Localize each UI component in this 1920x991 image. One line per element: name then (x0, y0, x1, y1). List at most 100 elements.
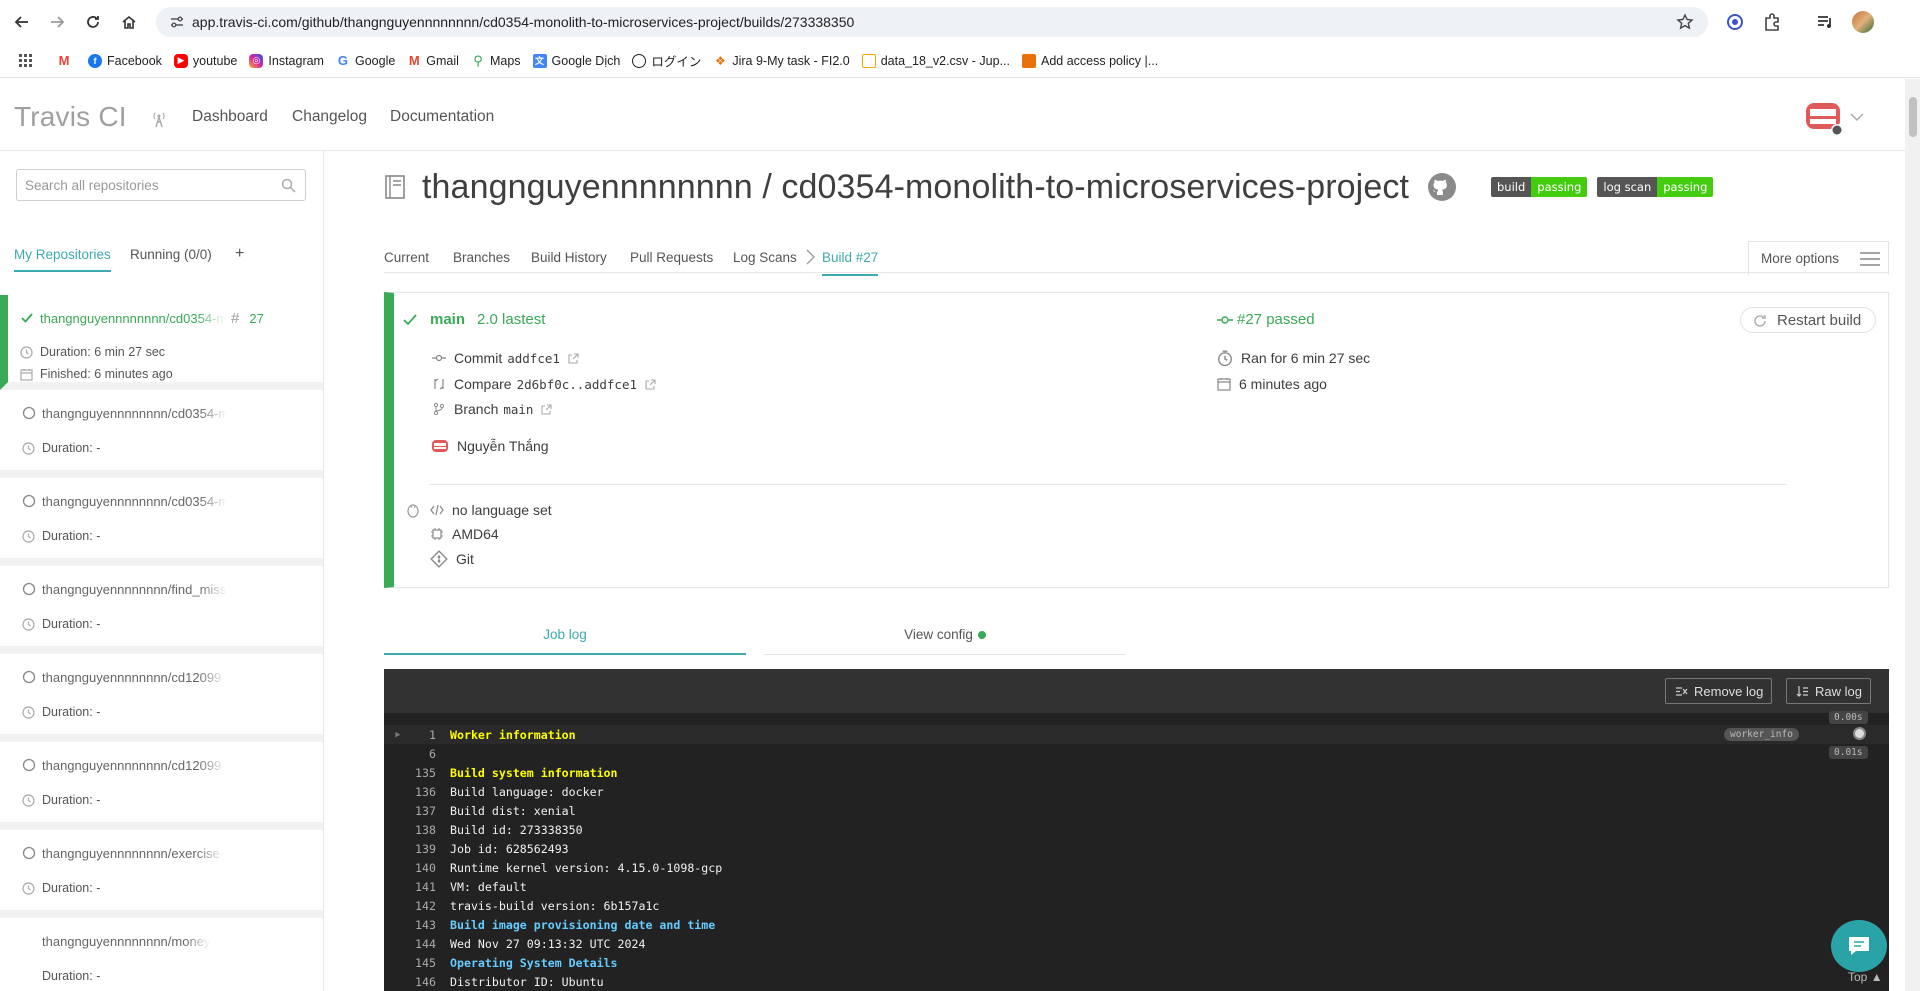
home-icon[interactable] (117, 10, 141, 34)
build-status-badge[interactable]: build passing (1491, 177, 1588, 197)
repo-name[interactable]: thangnguyennnnnnnn/money (42, 934, 210, 949)
repo-item[interactable]: thangnguyennnnnnnn/exercise- Duration: - (0, 830, 323, 918)
bookmark-youtube[interactable]: ▶ youtube (169, 49, 242, 73)
repo-item[interactable]: thangnguyennnnnnnn/cd12099- Duration: - (0, 654, 323, 742)
repo-name[interactable]: thangnguyennnnnnnn/cd12099- (42, 758, 226, 773)
branch-link[interactable]: main (503, 402, 533, 417)
expand-arrow-icon[interactable]: ▶ (386, 730, 410, 740)
build-branch[interactable]: main (430, 311, 465, 328)
site-info-icon[interactable] (170, 15, 184, 29)
scrollbar-thumb[interactable] (1909, 97, 1917, 137)
external-link-icon[interactable] (645, 378, 656, 390)
tab-job-log[interactable]: Job log (384, 615, 746, 655)
bookmark-jira[interactable]: ❖ Jira 9-My task - FI2.0 (708, 49, 854, 73)
build-state[interactable]: #27 passed (1237, 311, 1315, 328)
repo-item[interactable]: thangnguyennnnnnnn/cd12099- Duration: - (0, 742, 323, 830)
line-number[interactable]: 135 (410, 766, 436, 780)
address-bar[interactable]: app.travis-ci.com/github/thangnguyennnnn… (156, 7, 1708, 37)
repo-name[interactable]: thangnguyennnnnnnn/cd12099- (42, 670, 226, 685)
tab-my-repositories[interactable]: My Repositories (14, 247, 111, 272)
repo-item[interactable]: thangnguyennnnnnnn/money Duration: - (0, 918, 323, 991)
tab-current[interactable]: Current (384, 250, 429, 265)
bookmark-jupyter-file[interactable]: data_18_v2.csv - Jup... (857, 49, 1015, 73)
travis-logo[interactable]: Travis CI (14, 101, 127, 133)
tab-build-27[interactable]: Build #27 (822, 250, 879, 276)
repo-name[interactable]: thangnguyennnnnnnn/exercise- (42, 846, 224, 861)
line-number[interactable]: 141 (410, 880, 436, 894)
clock-icon (22, 705, 35, 719)
line-number[interactable]: 140 (410, 861, 436, 875)
github-icon[interactable] (1427, 172, 1457, 202)
user-menu[interactable] (1804, 97, 1864, 137)
tab-view-config[interactable]: View config (764, 615, 1126, 655)
bookmark-aws-policy[interactable]: Add access policy |... (1017, 49, 1163, 73)
search-icon[interactable] (281, 178, 296, 193)
bookmark-star-icon[interactable] (1676, 13, 1694, 31)
tab-running[interactable]: Running (0/0) (130, 247, 212, 262)
repo-item[interactable]: thangnguyennnnnnnn/cd0354-monolith Durat… (0, 478, 323, 566)
repo-item[interactable]: thangnguyennnnnnnn/cd0354-monolith Durat… (0, 390, 323, 478)
bookmark-facebook[interactable]: f Facebook (83, 49, 167, 73)
extension-dark-reader-icon[interactable] (1725, 12, 1745, 32)
bookmark-login[interactable]: ログイン (627, 49, 706, 73)
chat-support-button[interactable] (1831, 920, 1887, 972)
page-scrollbar[interactable] (1905, 79, 1920, 991)
tab-log-scans[interactable]: Log Scans (733, 250, 797, 265)
tab-pull-requests[interactable]: Pull Requests (630, 250, 713, 265)
nav-dashboard[interactable]: Dashboard (192, 108, 268, 126)
build-number[interactable]: 27 (249, 311, 263, 326)
forward-icon[interactable] (45, 10, 69, 34)
restart-build-button[interactable]: Restart build (1740, 307, 1876, 333)
bookmark-instagram[interactable]: ◎ Instagram (244, 49, 329, 73)
repo-name[interactable]: thangnguyennnnnnnn/cd0354-monolith (40, 311, 225, 326)
line-number[interactable]: 146 (410, 975, 436, 989)
tab-add-repository[interactable]: + (235, 245, 244, 263)
line-number[interactable]: 142 (410, 899, 436, 913)
raw-log-button[interactable]: Raw log (1786, 678, 1871, 704)
commit-sha-link[interactable]: addfce1 (507, 351, 560, 366)
scroll-to-top-link[interactable]: Top ▲ (1848, 970, 1883, 984)
external-link-icon[interactable] (541, 403, 553, 415)
line-number[interactable]: 144 (410, 937, 436, 951)
bookmark-label: Facebook (107, 53, 162, 68)
compare-link[interactable]: 2d6bf0c..addfce1 (517, 377, 637, 392)
repo-name[interactable]: thangnguyennnnnnnn/cd0354-monolith (42, 406, 227, 421)
reload-icon[interactable] (81, 10, 105, 34)
repo-name[interactable]: thangnguyennnnnnnn/find_missing (42, 582, 227, 597)
nav-documentation[interactable]: Documentation (390, 108, 494, 126)
tab-branches[interactable]: Branches (453, 250, 510, 265)
media-control-icon[interactable] (1815, 12, 1835, 32)
line-number[interactable]: 145 (410, 956, 436, 970)
job-log-viewer[interactable]: Remove log Raw log ▶ 1 Worker informatio… (384, 669, 1889, 991)
bookmark-gmail[interactable]: M Gmail (402, 49, 464, 73)
external-link-icon[interactable] (568, 352, 579, 364)
apps-grid-icon[interactable] (14, 49, 38, 73)
line-number[interactable]: 137 (410, 804, 436, 818)
line-number[interactable]: 1 (410, 728, 436, 742)
nav-changelog[interactable]: Changelog (292, 108, 367, 126)
log-scan-badge[interactable]: log scan passing (1597, 177, 1714, 197)
repo-item[interactable]: thangnguyennnnnnnn/find_missing Duration… (0, 566, 323, 654)
line-text: Worker information (450, 727, 576, 742)
remove-log-button[interactable]: Remove log (1665, 678, 1773, 704)
search-repositories-input[interactable]: Search all repositories (16, 169, 306, 201)
line-number[interactable]: 139 (410, 842, 436, 856)
repo-name[interactable]: thangnguyennnnnnnn/cd0354-monolith (42, 494, 227, 509)
line-number[interactable]: 6 (410, 747, 436, 761)
jira-icon: ❖ (713, 53, 728, 68)
bookmark-translate[interactable]: 文 Google Dịch (528, 49, 626, 73)
more-options-button[interactable]: More options (1748, 241, 1889, 275)
back-icon[interactable] (10, 10, 34, 34)
broadcast-tower-icon[interactable] (150, 110, 168, 128)
line-number[interactable]: 136 (410, 785, 436, 799)
bookmark-maps[interactable]: ⚲ Maps (466, 49, 526, 73)
line-number[interactable]: 138 (410, 823, 436, 837)
line-number[interactable]: 143 (410, 918, 436, 932)
repo-item-active[interactable]: thangnguyennnnnnnn/cd0354-monolith # 27 … (0, 295, 323, 390)
extensions-puzzle-icon[interactable] (1762, 12, 1782, 32)
profile-avatar[interactable] (1852, 11, 1874, 33)
log-line-fold[interactable]: ▶ 1 Worker information worker_info 0.00s (384, 711, 1889, 744)
gmail-shortcut-icon[interactable]: M (52, 49, 81, 73)
tab-build-history[interactable]: Build History (531, 250, 607, 265)
bookmark-google[interactable]: G Google (331, 49, 400, 73)
